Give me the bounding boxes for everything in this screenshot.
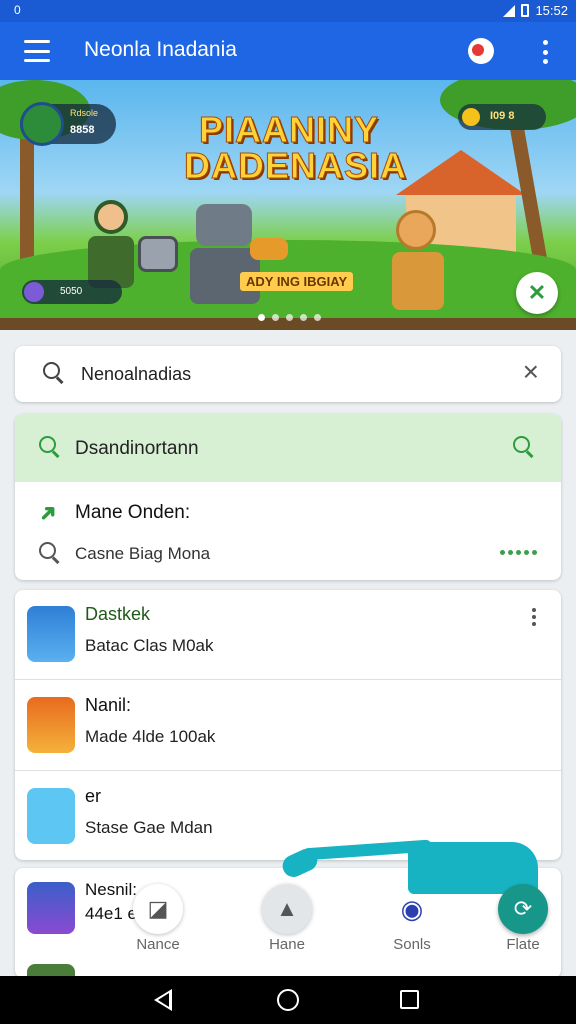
game-desc: Batac Clas M0ak	[85, 636, 214, 655]
search-submit-icon[interactable]	[513, 436, 535, 458]
search-bar[interactable]: Nenoalnadias ×	[15, 346, 561, 402]
player-badge: Rdsole 8858	[20, 102, 116, 146]
nav-label: Nance	[136, 936, 180, 953]
menu-icon[interactable]	[24, 40, 50, 62]
coin-value: I09 8	[490, 110, 515, 122]
game-desc: Stase Gae Mdan	[85, 818, 213, 837]
record-icon: ◉	[400, 894, 424, 924]
promo-banner[interactable]: PIAANINY DADENASIA ADY ING IBGIAY Rdsole…	[0, 80, 576, 330]
carousel-dot[interactable]	[286, 314, 293, 321]
bottom-navigation: ◪ Nance ▲ Hane ◉ Sonls ⟳ Flate	[128, 880, 576, 974]
search-input[interactable]: Nenoalnadias	[81, 364, 191, 385]
game-name: Nanil:	[85, 695, 132, 715]
suggestion-item[interactable]: Casne Biag Mona	[15, 540, 561, 580]
trending-icon: ➜	[32, 497, 64, 529]
nav-item-sonls[interactable]: ◉ Sonls	[367, 880, 457, 974]
nav-item-hane[interactable]: ▲ Hane	[242, 880, 332, 974]
nav-item-nance[interactable]: ◪ Nance	[113, 880, 203, 974]
game-desc: Made 4lde 100ak	[85, 727, 216, 746]
search-icon	[39, 542, 61, 564]
coin-badge: I09 8	[458, 104, 546, 130]
app-title: Neonla Inadania	[84, 38, 237, 61]
profile-icon[interactable]	[468, 38, 494, 64]
player-avatar	[20, 102, 64, 146]
carousel-dot[interactable]	[258, 314, 265, 321]
banner-title-line1: PIAANINY	[198, 109, 380, 150]
carousel-dot[interactable]	[272, 314, 279, 321]
refresh-icon: ⟳	[513, 896, 533, 921]
nav-label: Flate	[506, 936, 540, 953]
player-value: 8858	[70, 124, 95, 136]
game-thumbnail	[27, 788, 75, 844]
list-item[interactable]: Nanil: Made 4lde 100ak	[15, 681, 561, 771]
status-right: 15:52	[503, 3, 568, 18]
system-navigation-bar	[0, 976, 576, 1024]
list-item[interactable]: Dastkek Batac Clas M0ak	[15, 590, 561, 680]
suggestion-text: Casne Biag Mona	[75, 544, 211, 563]
coin-icon	[462, 108, 480, 126]
loading-dots-icon	[500, 550, 537, 555]
back-icon[interactable]	[154, 989, 172, 1011]
carousel-dots	[258, 314, 321, 321]
suggestion-item[interactable]: ➜ Mane Onden:	[15, 482, 561, 540]
gem-badge: 5050	[22, 280, 122, 304]
home-button-icon[interactable]	[277, 989, 299, 1011]
banner-close-button[interactable]: ✕	[516, 272, 558, 314]
nav-label: Hane	[269, 936, 305, 953]
nav-label: Sonls	[393, 936, 431, 953]
game-thumbnail	[27, 697, 75, 753]
game-list: Dastkek Batac Clas M0ak Nanil: Made 4lde…	[15, 590, 561, 860]
game-thumbnail	[27, 882, 75, 934]
player-label: Rdsole	[70, 108, 99, 118]
game-name: er	[85, 786, 102, 806]
status-time: 15:52	[535, 3, 568, 18]
clear-search-icon[interactable]: ×	[523, 358, 539, 386]
game-name: Dastkek	[85, 604, 151, 624]
search-icon	[39, 436, 61, 458]
app-bar: Neonla Inadania	[0, 22, 576, 80]
gem-value: 5050	[60, 286, 83, 297]
suggestions-card: Dsandinortann ➜ Mane Onden: Casne Biag M…	[15, 414, 561, 580]
more-vert-icon[interactable]	[542, 40, 548, 64]
status-bar: 0 15:52	[0, 0, 576, 22]
banner-title-line2: DADENASIA	[184, 145, 408, 186]
signal-icon	[503, 4, 516, 17]
battery-icon	[521, 4, 530, 17]
gem-icon	[24, 282, 44, 302]
game-thumbnail	[27, 606, 75, 662]
home-icon: ▲	[276, 896, 298, 921]
suggestion-header-text: Dsandinortann	[75, 438, 199, 459]
banner-title: PIAANINY DADENASIA	[184, 109, 408, 186]
recent-apps-icon[interactable]	[400, 990, 419, 1009]
search-icon	[43, 362, 65, 384]
nav-item-flate[interactable]: ⟳ Flate	[478, 880, 568, 974]
carousel-dot[interactable]	[300, 314, 307, 321]
more-vert-icon[interactable]	[531, 608, 537, 626]
status-left: 0	[14, 3, 21, 17]
carousel-dot[interactable]	[314, 314, 321, 321]
suggestion-header[interactable]: Dsandinortann	[15, 414, 561, 482]
banner-subtitle: ADY ING IBGIAY	[240, 272, 354, 291]
tag-icon: ◪	[147, 896, 169, 921]
suggestion-text: Mane Onden:	[75, 502, 191, 523]
